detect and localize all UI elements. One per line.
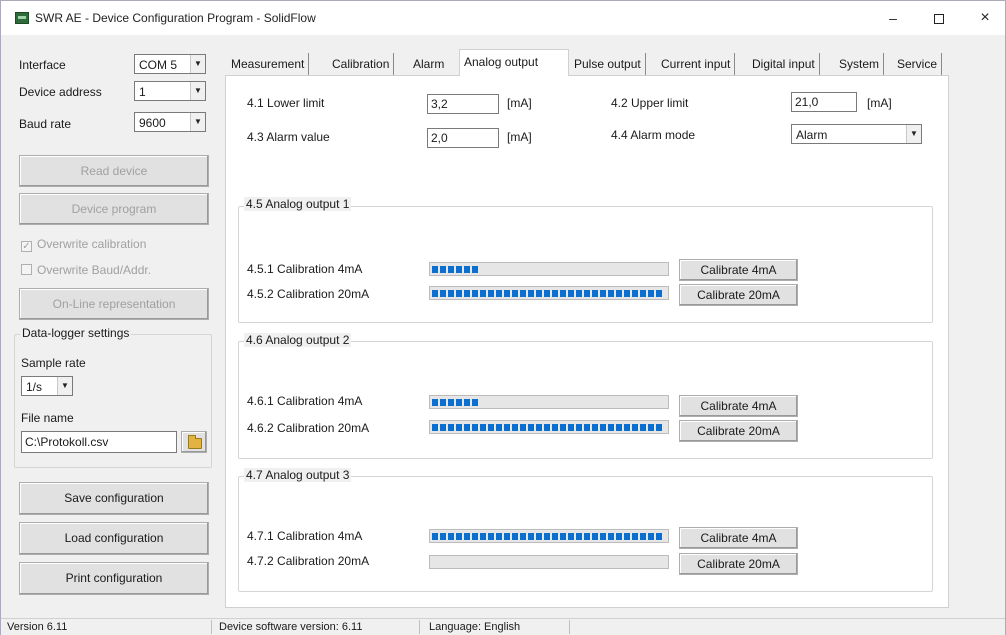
chevron-down-icon: ▼ <box>190 113 205 131</box>
calibrate-20ma-button[interactable]: Calibrate 20mA <box>679 284 798 306</box>
calibration-4ma-label: 4.5.1 Calibration 4mA <box>247 262 363 276</box>
overwrite-baud-label: Overwrite Baud/Addr. <box>37 263 152 277</box>
tab-measurement[interactable]: Measurement <box>231 53 310 75</box>
read-device-button[interactable]: Read device <box>19 155 209 187</box>
tab-analog-output[interactable]: Analog output <box>459 49 569 76</box>
calibration-20ma-label: 4.7.2 Calibration 20mA <box>247 554 370 568</box>
status-bar: Version 6.11 Device software version: 6.… <box>1 618 1005 635</box>
calibrate-4ma-button[interactable]: Calibrate 4mA <box>679 527 798 549</box>
chevron-down-icon: ▼ <box>906 125 921 143</box>
calibration-20ma-progress <box>429 555 669 569</box>
analog-output-panel: 4.1 Lower limit 3,2 [mA] 4.3 Alarm value… <box>225 75 949 608</box>
chevron-down-icon: ▼ <box>57 377 72 395</box>
calibration-4ma-progress <box>429 529 669 543</box>
sample-rate-select[interactable]: 1/s ▼ <box>21 376 73 396</box>
online-representation-button[interactable]: On-Line representation <box>19 288 209 320</box>
alarm-mode-value: Alarm <box>796 128 828 142</box>
alarm-value-label: 4.3 Alarm value <box>247 130 330 144</box>
tab-pulse-output[interactable]: Pulse output <box>574 53 646 75</box>
device-software-version: Device software version: 6.11 <box>219 621 363 633</box>
lower-limit-input[interactable]: 3,2 <box>427 94 499 114</box>
save-configuration-button[interactable]: Save configuration <box>19 482 209 515</box>
calibrate-20ma-button[interactable]: Calibrate 20mA <box>679 420 798 442</box>
calibrate-4ma-button[interactable]: Calibrate 4mA <box>679 395 798 417</box>
folder-icon <box>188 435 202 449</box>
checkbox-empty-icon <box>21 264 32 275</box>
calibration-20ma-progress <box>429 420 669 434</box>
analog-output-2-title: 4.6 Analog output 2 <box>244 333 352 347</box>
app-window: SWR AE - Device Configuration Program - … <box>0 0 1006 635</box>
chevron-down-icon: ▼ <box>190 82 205 100</box>
file-name-label: File name <box>21 411 74 425</box>
calibrate-4ma-button[interactable]: Calibrate 4mA <box>679 259 798 281</box>
interface-value: COM 5 <box>139 58 178 72</box>
lower-limit-label: 4.1 Lower limit <box>247 96 325 110</box>
print-configuration-button[interactable]: Print configuration <box>19 562 209 595</box>
baud-rate-label: Baud rate <box>19 117 72 131</box>
alarm-value-unit: [mA] <box>507 130 532 144</box>
device-address-label: Device address <box>19 85 102 99</box>
sample-rate-label: Sample rate <box>21 356 86 370</box>
tab-system[interactable]: System <box>839 53 885 75</box>
file-name-input[interactable]: C:\Protokoll.csv <box>21 431 177 453</box>
calibration-4ma-progress <box>429 262 669 276</box>
chevron-down-icon: ▼ <box>190 55 205 73</box>
maximize-icon <box>934 14 944 25</box>
overwrite-baud-checkbox[interactable]: Overwrite Baud/Addr. <box>21 263 151 277</box>
alarm-value-input[interactable]: 2,0 <box>427 128 499 148</box>
app-icon <box>15 12 29 24</box>
datalogger-title: Data-logger settings <box>20 326 132 340</box>
load-configuration-button[interactable]: Load configuration <box>19 522 209 555</box>
close-button[interactable]: × <box>963 5 1006 31</box>
progress-fill <box>432 424 664 431</box>
upper-limit-unit: [mA] <box>867 96 892 110</box>
progress-fill <box>432 399 480 406</box>
progress-fill <box>432 290 664 297</box>
version-text: Version 6.11 <box>7 621 68 633</box>
window-title: SWR AE - Device Configuration Program - … <box>35 11 316 25</box>
analog-output-3-title: 4.7 Analog output 3 <box>244 468 352 482</box>
upper-limit-input[interactable]: 21,0 <box>791 92 857 112</box>
overwrite-calibration-label: Overwrite calibration <box>37 237 147 251</box>
calibration-4ma-label: 4.6.1 Calibration 4mA <box>247 394 363 408</box>
maximize-button[interactable] <box>917 5 961 31</box>
calibration-20ma-progress <box>429 286 669 300</box>
checkbox-checked-icon: ✓ <box>21 241 32 252</box>
title-bar[interactable]: SWR AE - Device Configuration Program - … <box>1 1 1005 35</box>
analog-output-1-title: 4.5 Analog output 1 <box>244 197 352 211</box>
tab-service[interactable]: Service <box>897 53 943 75</box>
calibration-20ma-label: 4.5.2 Calibration 20mA <box>247 287 370 301</box>
device-address-select[interactable]: 1 ▼ <box>134 81 206 101</box>
tab-alarm[interactable]: Alarm <box>413 53 448 75</box>
upper-limit-label: 4.2 Upper limit <box>611 96 689 110</box>
baud-rate-value: 9600 <box>139 116 166 130</box>
alarm-mode-select[interactable]: Alarm ▼ <box>791 124 922 144</box>
calibration-4ma-progress <box>429 395 669 409</box>
alarm-mode-label: 4.4 Alarm mode <box>611 128 696 142</box>
baud-rate-select[interactable]: 9600 ▼ <box>134 112 206 132</box>
calibration-4ma-label: 4.7.1 Calibration 4mA <box>247 529 363 543</box>
minimize-button[interactable]: – <box>871 5 915 31</box>
lower-limit-unit: [mA] <box>507 96 532 110</box>
device-program-button[interactable]: Device program <box>19 193 209 225</box>
overwrite-calibration-checkbox[interactable]: ✓ Overwrite calibration <box>21 237 146 252</box>
progress-fill <box>432 266 480 273</box>
interface-label: Interface <box>19 58 66 72</box>
sample-rate-value: 1/s <box>26 380 43 394</box>
tab-calibration[interactable]: Calibration <box>332 53 395 75</box>
status-divider <box>211 620 212 634</box>
device-address-value: 1 <box>139 85 146 99</box>
browse-file-button[interactable] <box>181 431 207 453</box>
calibration-20ma-label: 4.6.2 Calibration 20mA <box>247 421 370 435</box>
status-divider <box>419 620 420 634</box>
language-text: Language: English <box>429 621 521 633</box>
progress-fill <box>432 533 664 540</box>
status-divider <box>569 620 570 634</box>
tab-current-input[interactable]: Current input <box>661 53 736 75</box>
interface-select[interactable]: COM 5 ▼ <box>134 54 206 74</box>
tab-digital-input[interactable]: Digital input <box>752 53 820 75</box>
calibrate-20ma-button[interactable]: Calibrate 20mA <box>679 553 798 575</box>
